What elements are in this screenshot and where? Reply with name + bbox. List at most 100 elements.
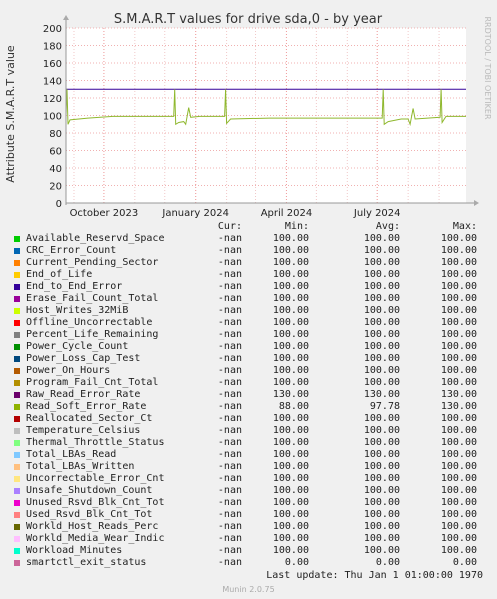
legend-swatch (14, 380, 20, 386)
legend-min: 100.00 (272, 485, 309, 496)
legend-avg: 100.00 (363, 425, 400, 436)
legend-avg: 100.00 (363, 413, 400, 424)
legend-series-name: Current_Pending_Sector (26, 257, 159, 268)
legend-swatch (14, 476, 20, 482)
legend-avg: 100.00 (363, 305, 400, 316)
legend-series-name: Power_Loss_Cap_Test (26, 353, 141, 364)
legend-avg: 100.00 (363, 377, 400, 388)
legend-cur: -nan (217, 413, 242, 424)
legend-cur: -nan (217, 533, 242, 544)
legend-series-name: Erase_Fail_Count_Total (26, 293, 159, 304)
legend-cur: -nan (217, 449, 242, 460)
legend-min: 100.00 (272, 449, 309, 460)
y-tick-label: 60 (49, 147, 62, 158)
legend-swatch (14, 464, 20, 470)
legend-min: 0.00 (284, 557, 309, 568)
legend-max: 100.00 (440, 365, 477, 376)
legend-cur: -nan (217, 317, 242, 328)
legend-min: 100.00 (272, 377, 309, 388)
legend-header: Cur: Min: Avg: Max: (0, 221, 497, 233)
legend-row: Power_Cycle_Count -nan 100.00 100.00 100.00 (0, 341, 497, 353)
legend-row: End_of_Life -nan 100.00 100.00 100.00 (0, 269, 497, 281)
legend-min: 100.00 (272, 461, 309, 472)
legend-swatch (14, 284, 20, 290)
legend-max: 100.00 (440, 509, 477, 520)
y-axis-label: Attribute S.M.A.R.T value (4, 45, 17, 183)
legend-swatch (14, 428, 20, 434)
legend-min: 100.00 (272, 257, 309, 268)
legend-max: 100.00 (440, 269, 477, 280)
legend-series-name: Program_Fail_Cnt_Total (26, 377, 159, 388)
legend-series-name: Uncorrectable_Error_Cnt (26, 473, 165, 484)
legend-min: 130.00 (272, 389, 309, 400)
y-ticks: 0 20 40 60 80 100 120 140 160 180 200 (43, 24, 62, 210)
legend-cur: -nan (217, 389, 242, 400)
legend-swatch (14, 512, 20, 518)
legend-max: 100.00 (440, 449, 477, 460)
legend-min: 100.00 (272, 533, 309, 544)
legend-max: 100.00 (440, 293, 477, 304)
legend-row: Uncorrectable_Error_Cnt -nan 100.00 100.00 1… (0, 473, 497, 485)
legend-max: 100.00 (440, 485, 477, 496)
legend-cur: -nan (217, 341, 242, 352)
y-axis-arrow (63, 15, 69, 20)
legend-swatch (14, 440, 20, 446)
legend-row: smartctl_exit_status -nan 0.00 0.00 0.00 (0, 557, 497, 569)
legend-max: 100.00 (440, 425, 477, 436)
legend-avg: 100.00 (363, 521, 400, 532)
legend-swatch (14, 344, 20, 350)
legend-swatch (14, 272, 20, 278)
y-tick-label: 120 (43, 94, 62, 105)
legend-avg: 100.00 (363, 317, 400, 328)
legend-series-name: Reallocated_Sector_Ct (26, 413, 153, 424)
legend-min: 100.00 (272, 509, 309, 520)
legend-series-name: CRC_Error_Count (26, 245, 117, 256)
legend-avg: 100.00 (363, 281, 400, 292)
legend-min: 100.00 (272, 521, 309, 532)
legend-row: Total_LBAs_Read -nan 100.00 100.00 100.00 (0, 449, 497, 461)
legend-avg: 100.00 (363, 233, 400, 244)
legend-cur: -nan (217, 257, 242, 268)
legend-swatch (14, 404, 20, 410)
legend-max: 100.00 (440, 233, 477, 244)
legend-series-name: smartctl_exit_status (26, 557, 147, 568)
legend-cur: -nan (217, 281, 242, 292)
legend-max: 100.00 (440, 329, 477, 340)
legend-row: Available_Reservd_Space -nan 100.00 100.00 1… (0, 233, 497, 245)
legend-cur: -nan (217, 365, 242, 376)
legend-cur: -nan (217, 485, 242, 496)
legend-min: 88.00 (278, 401, 309, 412)
legend-max: 130.00 (440, 389, 477, 400)
legend-cur: -nan (217, 545, 242, 556)
legend-cur: -nan (217, 377, 242, 388)
legend-max: 100.00 (440, 413, 477, 424)
legend-swatch (14, 332, 20, 338)
legend-max: 100.00 (440, 341, 477, 352)
legend-avg: 100.00 (363, 449, 400, 460)
legend-min: 100.00 (272, 329, 309, 340)
legend-swatch (14, 320, 20, 326)
legend-max: 130.00 (440, 401, 477, 412)
legend-avg: 100.00 (363, 365, 400, 376)
legend-cur: -nan (217, 329, 242, 340)
legend-swatch (14, 248, 20, 254)
legend-swatch (14, 368, 20, 374)
legend-cur: -nan (217, 233, 242, 244)
legend-swatch (14, 296, 20, 302)
legend-row: Program_Fail_Cnt_Total -nan 100.00 100.00 10… (0, 377, 497, 389)
y-tick-label: 180 (43, 42, 62, 53)
legend-avg: 100.00 (363, 461, 400, 472)
legend-swatch (14, 524, 20, 530)
legend-cur: -nan (217, 305, 242, 316)
legend-min: 100.00 (272, 281, 309, 292)
legend-series-name: Used_Rsvd_Blk_Cnt_Tot (26, 509, 153, 520)
legend-swatch (14, 308, 20, 314)
x-tick-label: April 2024 (261, 208, 312, 219)
legend-swatch (14, 488, 20, 494)
legend-row: Thermal_Throttle_Status -nan 100.00 100.00 1… (0, 437, 497, 449)
legend-max: 100.00 (440, 281, 477, 292)
x-axis-arrow (474, 200, 479, 206)
legend-avg: 100.00 (363, 293, 400, 304)
x-ticks: October 2023 January 2024 April 2024 July 2… (70, 208, 401, 219)
legend-series-name: Unused_Rsvd_Blk_Cnt_Tot (26, 497, 165, 508)
